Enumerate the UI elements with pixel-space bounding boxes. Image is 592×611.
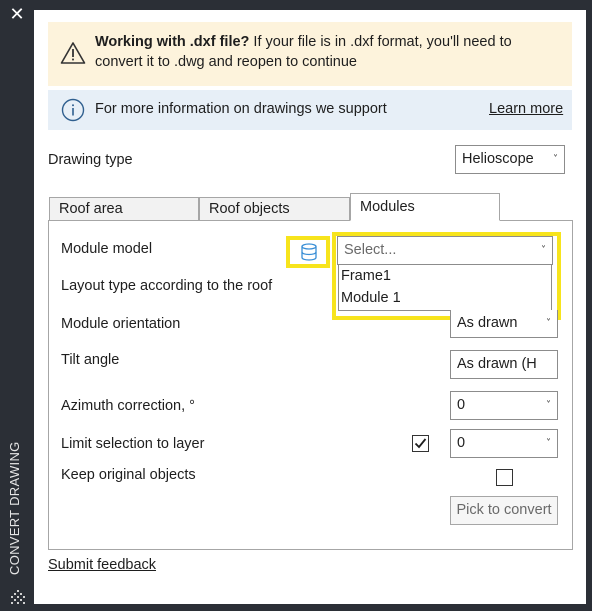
side-panel-bar: ✕ CONVERT DRAWING — [0, 0, 34, 611]
tab-roof-objects[interactable]: Roof objects — [199, 197, 350, 222]
tilt-angle-value: As drawn (H — [457, 356, 537, 372]
drawing-type-label: Drawing type — [48, 152, 133, 168]
warning-icon — [60, 42, 86, 64]
panel-vertical-title: CONVERT DRAWING — [7, 441, 22, 575]
pick-to-convert-button[interactable]: Pick to convert — [450, 496, 558, 525]
keep-original-label: Keep original objects — [61, 467, 196, 483]
warning-bold: Working with .dxf file? — [95, 34, 250, 50]
dxf-warning-banner: Working with .dxf file? If your file is … — [48, 22, 572, 86]
convert-drawing-panel: Working with .dxf file? If your file is … — [34, 10, 586, 604]
module-model-placeholder: Select... — [344, 242, 397, 258]
tilt-angle-label: Tilt angle — [61, 352, 120, 368]
database-icon-highlight[interactable] — [286, 236, 330, 268]
close-icon[interactable]: ✕ — [8, 6, 26, 24]
tab-modules[interactable]: Modules — [350, 193, 500, 221]
layer-select[interactable]: 0 ˅ — [450, 429, 558, 458]
database-icon — [301, 243, 317, 261]
chevron-down-icon: ˅ — [546, 400, 551, 411]
checkmark-icon — [414, 438, 427, 449]
chevron-down-icon: ˅ — [553, 154, 558, 165]
module-model-label: Module model — [61, 241, 153, 257]
layer-value: 0 — [457, 435, 466, 451]
module-orientation-label: Module orientation — [61, 316, 181, 332]
limit-layer-label: Limit selection to layer — [61, 436, 205, 452]
module-orientation-value: As drawn — [457, 315, 518, 331]
chevron-down-icon: ˅ — [541, 245, 546, 256]
module-orientation-select[interactable]: As drawn ˅ — [450, 310, 558, 338]
azimuth-value: 0 — [457, 397, 466, 413]
tilt-angle-select[interactable]: As drawn (H — [450, 350, 558, 379]
dropdown-option-module-1[interactable]: Module 1 — [339, 287, 551, 309]
chevron-down-icon: ˅ — [546, 438, 551, 449]
dropdown-option-frame1[interactable]: Frame1 — [339, 265, 551, 287]
module-model-dropdown: Frame1 Module 1 — [338, 264, 552, 311]
chevron-down-icon: ˅ — [546, 318, 551, 329]
info-banner: For more information on drawings we supp… — [48, 90, 572, 130]
azimuth-label: Azimuth correction, ° — [61, 398, 195, 414]
panel-right-edge — [586, 10, 592, 604]
info-text: For more information on drawings we supp… — [95, 101, 387, 117]
info-icon — [61, 98, 85, 122]
drawing-type-select[interactable]: Helioscope ˅ — [455, 145, 565, 174]
grip-icon[interactable] — [10, 590, 26, 606]
keep-original-checkbox[interactable] — [496, 469, 513, 486]
layout-type-label: Layout type according to the roof — [61, 278, 273, 294]
submit-feedback-link[interactable]: Submit feedback — [48, 557, 156, 573]
warning-text: Working with .dxf file? If your file is … — [95, 32, 555, 72]
learn-more-link[interactable]: Learn more — [489, 101, 563, 117]
limit-layer-checkbox[interactable] — [412, 435, 429, 452]
tab-roof-area[interactable]: Roof area — [49, 197, 199, 222]
azimuth-select[interactable]: 0 ˅ — [450, 391, 558, 420]
drawing-type-value: Helioscope — [462, 151, 534, 167]
module-model-select[interactable]: Select... ˅ — [337, 236, 553, 265]
